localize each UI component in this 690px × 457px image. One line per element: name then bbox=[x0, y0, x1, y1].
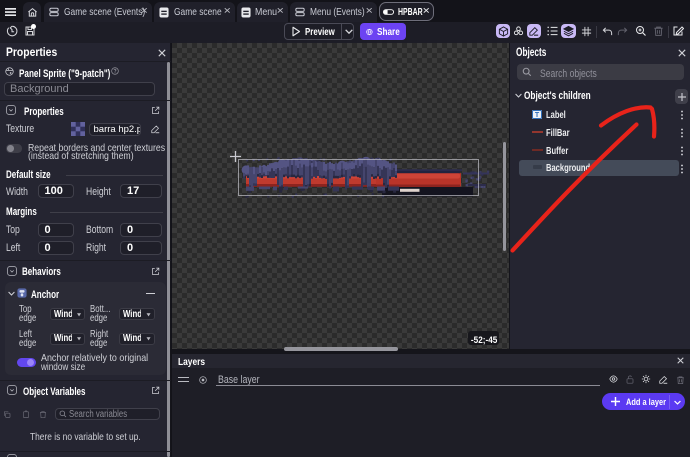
svg-text:T: T bbox=[534, 112, 539, 119]
